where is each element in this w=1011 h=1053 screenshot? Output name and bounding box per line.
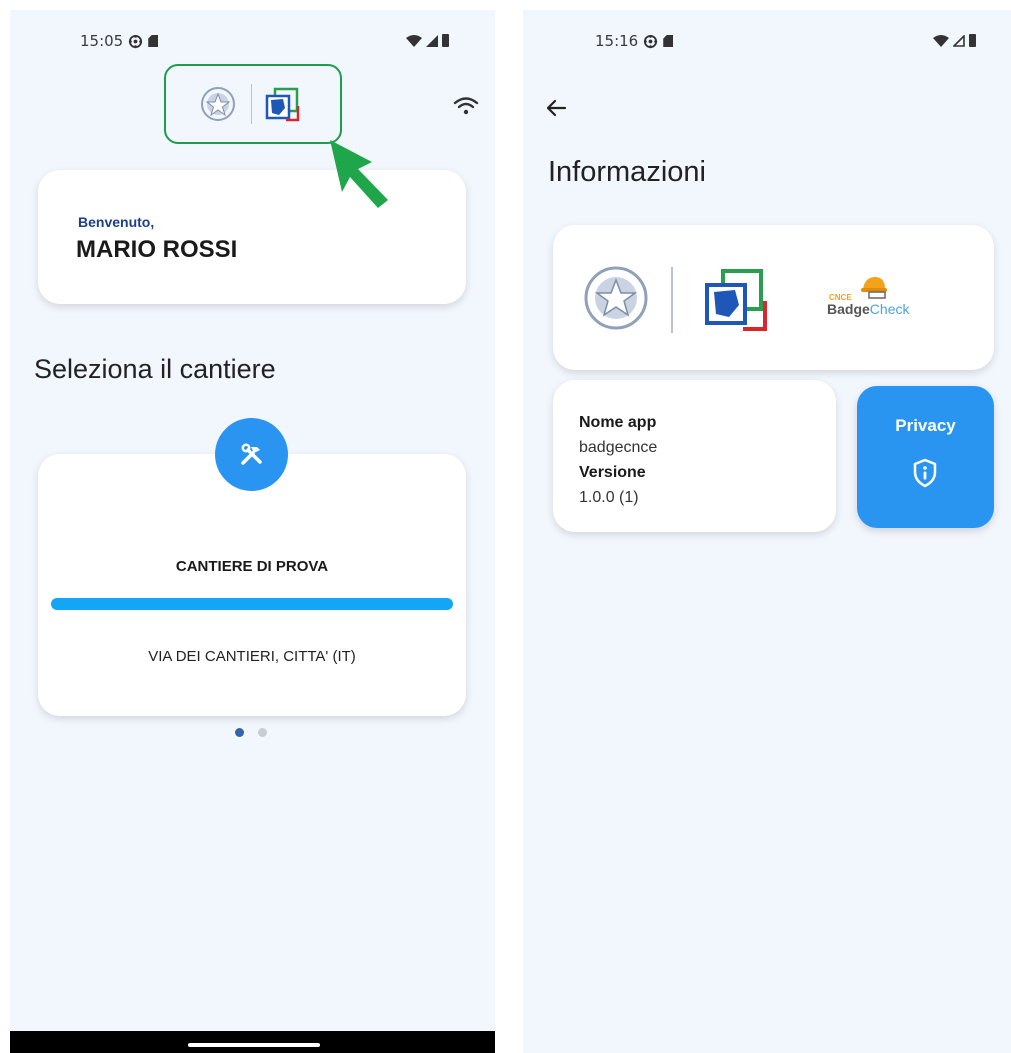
status-bar-left: 15:16: [595, 32, 674, 50]
battery-icon: [442, 34, 449, 47]
site-progress-bar: [51, 598, 453, 610]
logo-highlight-box[interactable]: [164, 64, 342, 144]
privacy-label: Privacy: [895, 416, 956, 435]
wifi-status-icon: [406, 34, 422, 47]
sd-card-icon: [148, 35, 159, 47]
navigation-bar: [10, 1031, 495, 1053]
ministry-logo-icon: [265, 87, 300, 122]
badge-logo-part2: Check: [869, 301, 910, 317]
app-info-list: Nome app badgecnce Versione 1.0.0 (1): [579, 410, 657, 510]
pointer-arrow-icon: [330, 140, 388, 208]
settings-status-icon: [644, 34, 658, 48]
hammer-wrench-icon: [240, 443, 262, 465]
version-value: 1.0.0 (1): [579, 489, 639, 506]
signal-icon: [953, 34, 965, 47]
badgecheck-logo: CNCE BadgeCheck: [827, 273, 927, 323]
badge-logo-text: BadgeCheck: [827, 301, 909, 319]
info-screen: 15:16 Informazioni CNCE BadgeCheck Nome …: [523, 10, 1011, 1053]
back-arrow-icon[interactable]: [545, 94, 567, 125]
site-name: CANTIERE DI PROVA: [175, 558, 329, 575]
section-title: Seleziona il cantiere: [34, 354, 276, 384]
home-screen: 15:05 Benvenuto, MARIO ROSSI Seleziona i: [10, 10, 495, 1053]
page-title: Informazioni: [548, 156, 706, 188]
worker-helmet-icon: [861, 277, 887, 299]
wifi-status-icon: [933, 34, 949, 47]
battery-icon: [969, 34, 976, 47]
sd-card-icon: [663, 35, 674, 47]
status-time: 15:16: [595, 32, 639, 50]
status-bar-left: 15:05: [80, 32, 159, 50]
site-address: VIA DEI CANTIERI, CITTA' (IT): [148, 648, 356, 665]
app-name-value: badgecnce: [579, 439, 658, 456]
pager-dot-active[interactable]: [235, 728, 244, 737]
pager-dot[interactable]: [258, 728, 267, 737]
version-label: Versione: [579, 464, 646, 481]
shield-info-icon: [913, 458, 937, 488]
status-icons-right: [406, 34, 449, 47]
emblem-italy-icon: [584, 266, 648, 330]
app-info-card: Nome app badgecnce Versione 1.0.0 (1): [553, 380, 836, 532]
ministry-logo-icon: [705, 269, 767, 331]
wifi-icon[interactable]: [453, 96, 479, 116]
status-icons-right: [933, 34, 976, 47]
tools-icon: [215, 418, 288, 491]
emblem-italy-icon: [201, 87, 235, 121]
user-name: MARIO ROSSI: [76, 236, 238, 263]
logos-card: CNCE BadgeCheck: [553, 225, 994, 370]
app-name-label: Nome app: [579, 414, 657, 431]
badge-logo-part1: Badge: [827, 301, 870, 317]
privacy-button[interactable]: Privacy: [857, 386, 994, 528]
signal-icon: [426, 34, 438, 47]
logo-divider: [671, 267, 673, 333]
welcome-card: Benvenuto, MARIO ROSSI: [38, 170, 466, 304]
logo-divider: [251, 84, 252, 124]
site-card[interactable]: CANTIERE DI PROVA VIA DEI CANTIERI, CITT…: [38, 454, 466, 716]
home-gesture-pill[interactable]: [188, 1043, 320, 1047]
welcome-greeting: Benvenuto,: [78, 214, 155, 230]
status-time: 15:05: [80, 32, 124, 50]
settings-status-icon: [129, 34, 143, 48]
